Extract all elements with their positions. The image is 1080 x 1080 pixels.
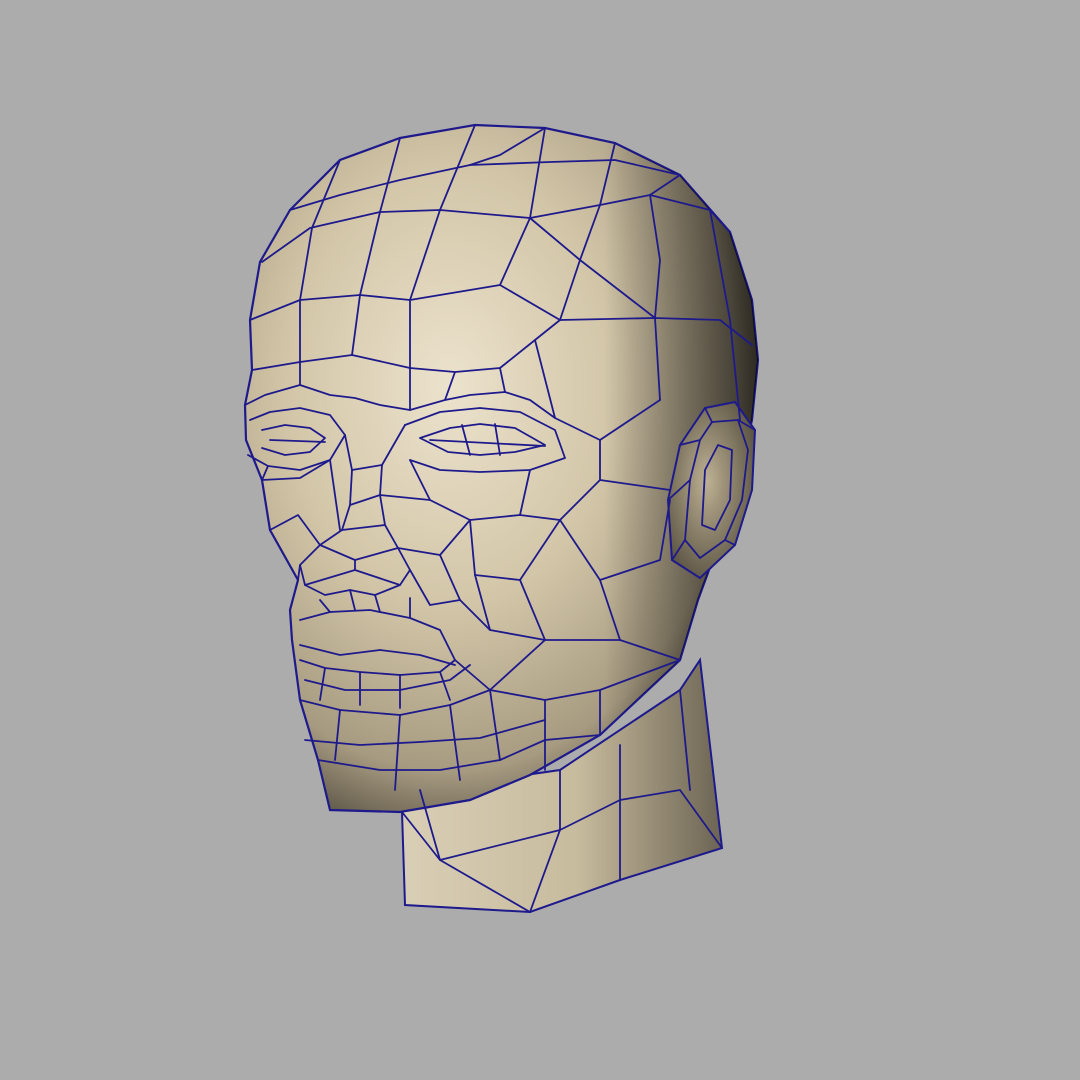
- viewport-3d[interactable]: [0, 0, 1080, 1080]
- head-mesh-render: [243, 123, 760, 914]
